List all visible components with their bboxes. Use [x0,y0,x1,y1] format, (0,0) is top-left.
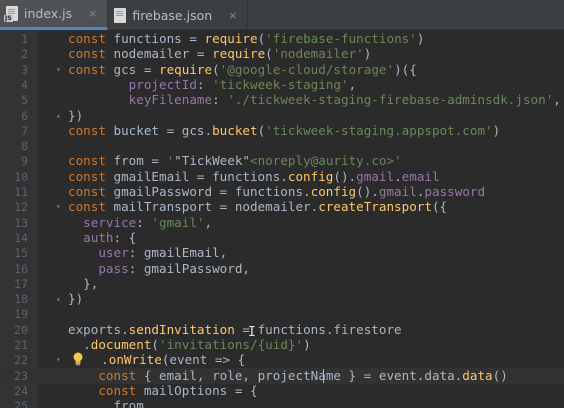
code-line[interactable]: 23 const { email, role, projectName } = … [0,367,564,384]
close-tab-icon[interactable]: × [228,9,237,22]
code-line[interactable]: 21 .document('invitations/{uid}') [0,337,564,353]
line-number: 3 [21,62,28,77]
code-text[interactable]: const gcs = require('@google-cloud/stora… [68,62,417,78]
fold-marker-icon[interactable]: ▴ [56,111,63,119]
line-number: 10 [14,169,28,184]
code-text[interactable]: const gmailPassword = functions.config()… [68,184,485,200]
code-text[interactable]: .onWrite(event => { [86,352,245,368]
code-text[interactable]: const mailTransport = nodemailer.createT… [68,199,447,215]
fold-marker-icon[interactable]: ▾ [56,356,63,364]
editor-tab-bar: JS index.js × firebase.json × [0,0,564,30]
code-line[interactable]: 12 const mailTransport = nodemailer.creat… [0,199,564,215]
text-caret [323,368,324,383]
code-line[interactable]: 9 const from = '"TickWeek"<noreply@aurity… [0,153,564,169]
code-line[interactable]: 17 }, [0,276,564,292]
line-number: 25 [14,399,28,408]
mouse-ibeam-cursor-icon: I [248,324,256,340]
line-number: 24 [14,383,28,398]
code-line[interactable]: 14 auth: { [0,230,564,246]
code-text[interactable]: exports.sendInvitation = functions.fires… [68,322,402,338]
code-line[interactable]: 3 const gcs = require('@google-cloud/stor… [0,62,564,78]
tab-index-js[interactable]: JS index.js × [0,0,109,30]
code-line[interactable]: 20 exports.sendInvitation = functions.fir… [0,322,564,338]
code-line[interactable]: 7 const bucket = gcs.bucket('tickweek-sta… [0,123,564,139]
close-tab-icon[interactable]: × [88,7,97,20]
code-text[interactable]: }) [68,291,83,307]
tab-label: index.js [24,6,73,21]
json-file-icon [114,7,127,23]
line-number: 11 [14,185,28,199]
code-line[interactable]: 2 const nodemailer = require('nodemailer'… [0,46,564,62]
code-text[interactable]: auth: { [68,230,136,246]
code-line[interactable]: 13 service: 'gmail', [0,215,564,231]
code-line[interactable]: 1 const functions = require('firebase-fun… [0,31,564,47]
code-line[interactable]: 15 user: gmailEmail, [0,245,564,261]
line-number: 5 [21,93,28,108]
code-line[interactable]: 18}) [0,291,564,307]
line-number: 18 [14,292,28,307]
fold-marker-icon[interactable]: ▾ [56,65,63,73]
line-number: 22 [14,353,28,368]
line-number: 7 [21,123,28,138]
code-text[interactable]: pass: gmailPassword, [68,261,250,277]
code-text[interactable]: const bucket = gcs.bucket('tickweek-stag… [68,123,500,139]
line-number: 19 [14,307,28,322]
code-line[interactable]: 10 const gmailEmail = functions.config().… [0,169,564,185]
code-line[interactable]: 16 pass: gmailPassword, [0,261,564,277]
code-text[interactable]: const { email, role, projectName } = eve… [68,368,507,384]
line-number: 21 [14,338,28,352]
line-number: 16 [14,261,28,276]
line-number: 6 [21,108,28,123]
code-text[interactable]: const nodemailer = require('nodemailer') [68,46,371,62]
lightbulb-icon[interactable] [72,352,84,366]
fold-marker-icon[interactable]: ▾ [56,203,63,211]
code-line[interactable]: 5 keyFilename: './tickweek-staging-fireb… [0,92,564,108]
tab-firebase-json[interactable]: firebase.json × [108,0,249,30]
code-text[interactable]: user: gmailEmail, [68,245,227,261]
code-text[interactable]: service: 'gmail', [68,215,212,231]
code-text[interactable]: }) [68,108,83,124]
code-text[interactable]: const gmailEmail = functions.config().gm… [68,169,440,185]
line-number: 9 [21,154,28,169]
code-line[interactable]: 4 projectId: 'tickweek-staging', [0,77,564,93]
code-line[interactable]: 19 [0,306,564,322]
code-line[interactable]: 24 const mailOptions = { [0,383,564,399]
code-text[interactable]: }, [68,276,98,292]
line-number: 20 [14,322,28,337]
line-number: 14 [14,230,28,245]
code-text[interactable]: const mailOptions = { [68,383,257,399]
line-number: 13 [14,215,28,230]
line-number: 1 [21,32,28,46]
code-text[interactable]: .document('invitations/{uid}') [68,337,311,353]
tab-label: firebase.json [132,7,213,23]
code-line[interactable]: 22 .onWrite(event => { [0,352,564,368]
code-line[interactable]: 25 from, [0,398,564,408]
code-line[interactable]: 8 [0,138,564,154]
line-number: 23 [14,368,28,383]
code-text[interactable]: const from = '"TickWeek"<noreply@aurity.… [68,153,402,169]
line-number: 4 [21,77,28,92]
code-text[interactable]: const functions = require('firebase-func… [68,31,424,47]
code-text[interactable]: from, [68,398,151,408]
line-number: 2 [21,47,28,62]
code-editor[interactable]: 1 const functions = require('firebase-fun… [0,30,564,408]
fold-marker-icon[interactable]: ▴ [56,295,63,303]
line-number: 8 [21,139,28,154]
code-line[interactable]: 6}) [0,108,564,124]
line-number: 17 [14,276,28,291]
code-line[interactable]: 11 const gmailPassword = functions.config… [0,184,564,200]
code-text[interactable]: keyFilename: './tickweek-staging-firebas… [68,92,561,108]
line-number: 12 [14,200,28,215]
code-text[interactable]: projectId: 'tickweek-staging', [68,77,357,93]
js-file-icon: JS [4,6,18,22]
line-number: 15 [14,246,28,261]
